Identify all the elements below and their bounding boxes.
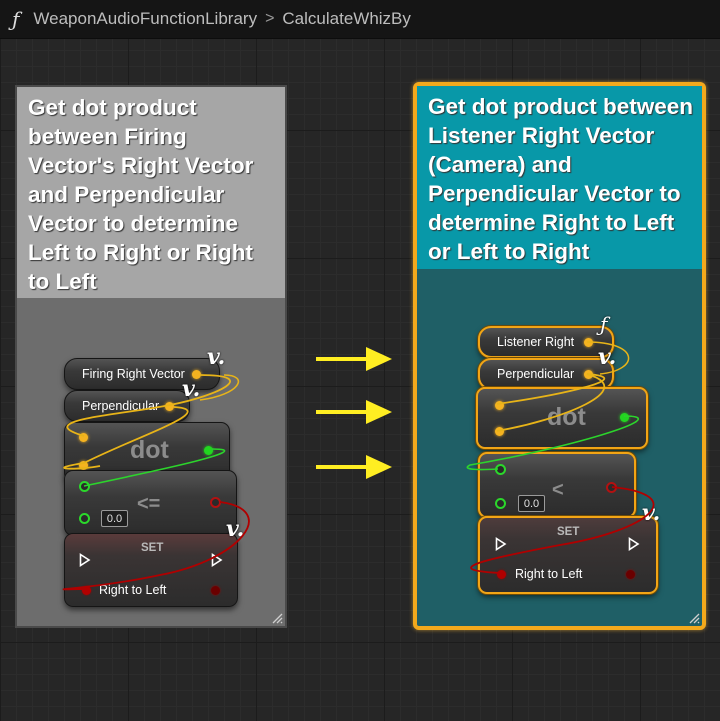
function-badge-icon: ƒ	[600, 312, 608, 336]
breadcrumb: ƒ WeaponAudioFunctionLibrary > Calculate…	[0, 0, 720, 39]
variable-badge-icon: v.	[642, 500, 661, 526]
variable-badge-icon: v.	[207, 344, 226, 370]
compare-value-field[interactable]: 0.0	[101, 510, 128, 527]
variable-badge-icon: v.	[182, 376, 201, 402]
bool-input-pin[interactable]	[82, 586, 91, 595]
function-icon: ƒ	[12, 7, 20, 31]
vector-input-pin-a[interactable]	[79, 433, 88, 442]
variable-badge-icon: v.	[598, 344, 617, 370]
node-label: Perpendicular	[82, 399, 160, 413]
arrow-right-icon	[316, 455, 392, 479]
compare-value-field[interactable]: 0.0	[518, 495, 545, 512]
dot-product-node-right[interactable]: dot	[476, 387, 648, 449]
less-than-node[interactable]: 0.0 <	[478, 452, 636, 518]
node-label: Listener Right	[497, 335, 575, 349]
float-input-pin-b[interactable]	[495, 498, 506, 509]
float-output-pin[interactable]	[204, 446, 213, 455]
dot-label: dot	[547, 403, 586, 431]
float-output-pin[interactable]	[620, 413, 629, 422]
resize-grip-icon[interactable]	[688, 612, 700, 624]
bool-input-pin[interactable]	[497, 570, 506, 579]
set-variable-label: Right to Left	[515, 567, 583, 581]
vector-output-pin[interactable]	[584, 338, 593, 347]
comment-text-left[interactable]: Get dot product between Firing Vector's …	[17, 87, 285, 298]
vector-input-pin-b[interactable]	[79, 461, 88, 470]
resize-grip-icon[interactable]	[271, 612, 283, 624]
set-right-to-left-node[interactable]: SET Right to Left	[64, 533, 238, 607]
vector-output-pin[interactable]	[584, 370, 593, 379]
arrow-right-icon	[316, 347, 392, 371]
compare-operator-label: <=	[137, 493, 161, 515]
breadcrumb-function[interactable]: CalculateWhizBy	[282, 9, 411, 29]
float-input-pin-a[interactable]	[495, 464, 506, 475]
bool-output-pin[interactable]	[210, 497, 221, 508]
float-input-pin-a[interactable]	[79, 481, 90, 492]
dot-label: dot	[130, 436, 169, 464]
vector-input-pin-a[interactable]	[495, 401, 504, 410]
vector-input-pin-b[interactable]	[495, 427, 504, 436]
exec-input-pin-icon[interactable]	[79, 553, 91, 567]
variable-badge-icon: v.	[226, 516, 245, 542]
exec-output-pin-icon[interactable]	[211, 553, 223, 567]
set-right-to-left-node-right[interactable]: SET Right to Left	[478, 516, 658, 594]
get-perpendicular-node-right[interactable]: Perpendicular	[478, 358, 614, 390]
bool-output-pin[interactable]	[211, 586, 220, 595]
vector-output-pin[interactable]	[165, 402, 174, 411]
breadcrumb-library[interactable]: WeaponAudioFunctionLibrary	[33, 9, 257, 29]
float-input-pin-b[interactable]	[79, 513, 90, 524]
bool-output-pin[interactable]	[626, 570, 635, 579]
breadcrumb-separator: >	[265, 10, 275, 27]
node-label: Perpendicular	[497, 367, 575, 381]
set-node-title: SET	[141, 542, 164, 554]
exec-output-pin-icon[interactable]	[628, 537, 640, 551]
get-perpendicular-node[interactable]: Perpendicular	[64, 390, 190, 422]
compare-operator-label: <	[552, 479, 564, 501]
arrow-right-icon	[316, 400, 392, 424]
less-equal-node[interactable]: 0.0 <=	[64, 470, 237, 536]
exec-input-pin-icon[interactable]	[495, 537, 507, 551]
set-variable-label: Right to Left	[99, 583, 167, 597]
set-node-title: SET	[557, 526, 580, 538]
bool-output-pin[interactable]	[606, 482, 617, 493]
comment-text-right[interactable]: Get dot product between Listener Right V…	[417, 86, 702, 269]
node-label: Firing Right Vector	[82, 367, 185, 381]
get-listener-right-node[interactable]: Listener Right	[478, 326, 614, 358]
